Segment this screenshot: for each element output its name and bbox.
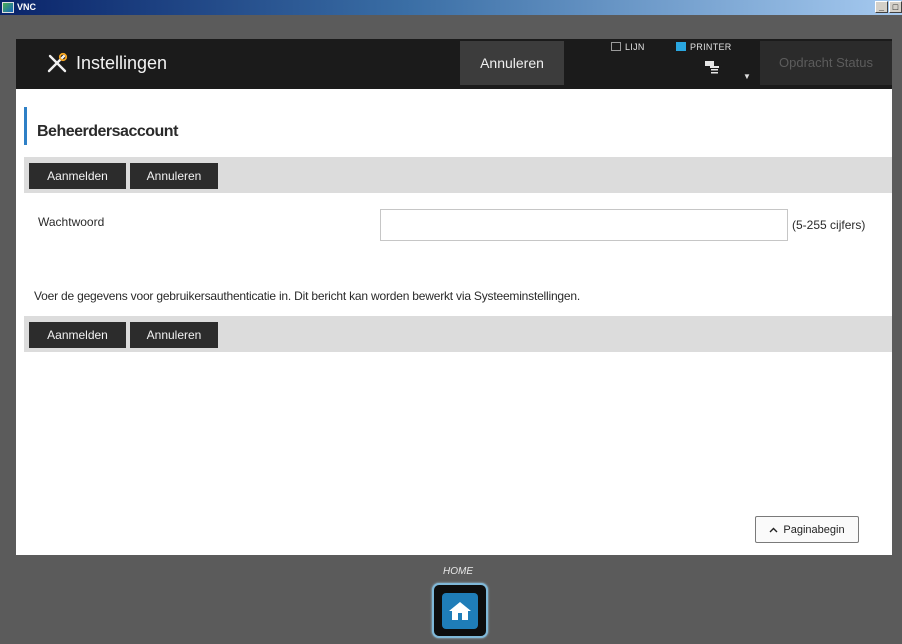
main-content: Beheerdersaccount Aanmelden Annuleren Wa…: [16, 89, 892, 555]
window-title: VNC: [17, 2, 37, 12]
info-message: Voer de gegevens voor gebruikersauthenti…: [34, 289, 580, 303]
app-header: Instellingen Annuleren LIJN PRINTER ▼ Op…: [16, 39, 892, 89]
home-icon: [449, 601, 471, 620]
line-status-indicator: LIJN: [611, 42, 645, 52]
window-controls: _ □: [875, 1, 902, 13]
password-label: Wachtwoord: [38, 215, 105, 229]
home-icon-tile: [442, 592, 478, 629]
home-button[interactable]: [432, 583, 488, 638]
job-status-button: Opdracht Status: [760, 41, 892, 85]
cancel-button[interactable]: Annuleren: [130, 163, 218, 189]
home-label: HOME: [443, 566, 473, 577]
page-top-label: Paginabegin: [783, 523, 845, 536]
printer-icon: [705, 61, 719, 74]
printer-status-indicator: PRINTER: [676, 42, 732, 52]
action-bar-top: Aanmelden Annuleren: [24, 157, 892, 193]
header-title-group: Instellingen: [46, 52, 167, 74]
minimize-button[interactable]: _: [875, 1, 888, 13]
header-cancel-button[interactable]: Annuleren: [460, 41, 564, 85]
restore-button[interactable]: □: [889, 1, 902, 13]
caret-up-icon: [769, 527, 778, 532]
caret-down-icon[interactable]: ▼: [743, 72, 751, 81]
login-button[interactable]: Aanmelden: [29, 163, 126, 189]
password-hint: (5-255 cijfers): [792, 218, 866, 232]
page-title: Instellingen: [76, 52, 168, 73]
page-top-button[interactable]: Paginabegin: [755, 516, 859, 543]
login-button-bottom[interactable]: Aanmelden: [29, 322, 126, 348]
cancel-button-bottom[interactable]: Annuleren: [130, 322, 218, 348]
line-status-box: [611, 42, 621, 51]
vnc-window-titlebar: VNC _ □: [0, 0, 902, 15]
printer-status-label: PRINTER: [690, 42, 732, 52]
printer-status-box: [676, 42, 686, 51]
section-header: Beheerdersaccount: [24, 107, 892, 145]
action-bar-bottom: Aanmelden Annuleren: [24, 316, 892, 352]
line-status-label: LIJN: [625, 42, 645, 52]
password-field[interactable]: [380, 209, 788, 241]
section-title: Beheerdersaccount: [37, 123, 178, 140]
tools-icon: [47, 52, 68, 73]
vnc-logo-icon: [2, 2, 14, 13]
